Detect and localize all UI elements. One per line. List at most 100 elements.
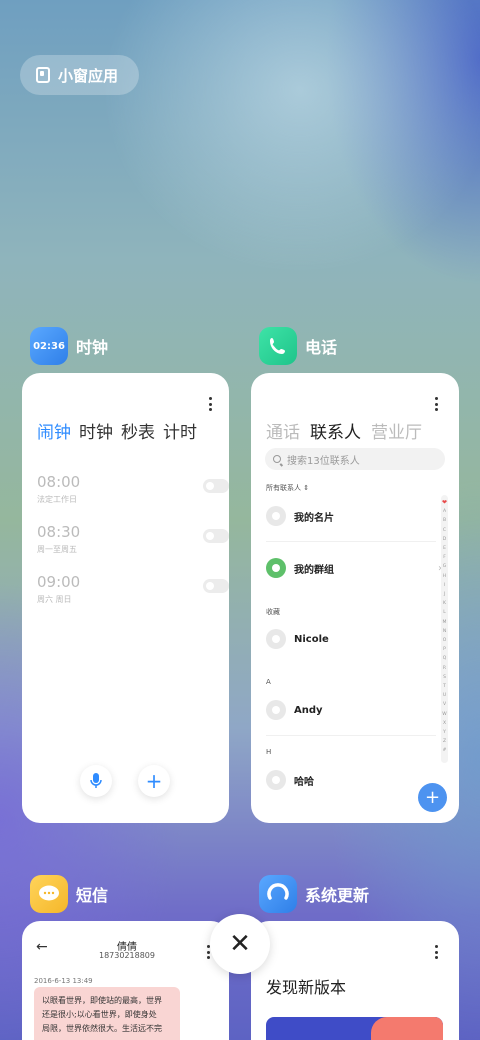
index-letter[interactable]: W bbox=[442, 710, 446, 719]
alarm-item[interactable]: 08:00 法定工作日 bbox=[37, 473, 229, 505]
sms-app-icon bbox=[30, 875, 68, 913]
tab-stopwatch[interactable]: 秒表 bbox=[121, 418, 155, 443]
sms-app-header[interactable]: 短信 bbox=[30, 875, 108, 913]
clock-app-icon: 02:36 bbox=[30, 327, 68, 365]
floating-apps-button[interactable]: 小窗应用 bbox=[20, 55, 139, 95]
tab-calls[interactable]: 通话 bbox=[266, 418, 300, 443]
tab-clock[interactable]: 时钟 bbox=[79, 418, 113, 443]
contact-filter[interactable]: 所有联系人 ⇕ bbox=[266, 483, 309, 493]
alarm-toggle[interactable] bbox=[203, 479, 229, 493]
clock-card[interactable]: 闹钟 时钟 秒表 计时 08:00 法定工作日 08:30 周一至周五 09:0… bbox=[22, 373, 229, 823]
tab-alarm[interactable]: 闹钟 bbox=[37, 418, 71, 443]
clock-app-header[interactable]: 02:36 时钟 bbox=[30, 327, 108, 365]
phone-card[interactable]: 通话 联系人 营业厅 搜索13位联系人 所有联系人 ⇕ 我的名片 我的群组 › 收… bbox=[251, 373, 459, 823]
close-all-button[interactable]: ✕ bbox=[210, 914, 270, 974]
alarm-item[interactable]: 08:30 周一至周五 bbox=[37, 523, 229, 555]
divider bbox=[266, 735, 436, 736]
alarm-item[interactable]: 09:00 周六 周日 bbox=[37, 573, 229, 605]
index-letter[interactable]: O bbox=[443, 636, 447, 645]
message-bubble-icon bbox=[39, 885, 59, 901]
alarm-repeat: 周一至周五 bbox=[37, 545, 77, 554]
index-letter[interactable]: D bbox=[443, 535, 446, 544]
index-letter[interactable]: F bbox=[443, 553, 446, 562]
alarm-repeat: 法定工作日 bbox=[37, 495, 77, 504]
index-letter[interactable]: Y bbox=[443, 728, 446, 737]
index-letter[interactable]: E bbox=[443, 544, 446, 553]
phone-app-icon bbox=[259, 327, 297, 365]
contact-row[interactable]: Andy bbox=[266, 699, 436, 721]
avatar bbox=[266, 506, 286, 526]
index-letter[interactable]: H bbox=[443, 572, 446, 581]
index-letter[interactable]: P bbox=[443, 645, 446, 654]
more-options-icon[interactable] bbox=[208, 397, 212, 411]
index-letter[interactable]: J bbox=[444, 590, 445, 599]
index-letter[interactable]: L bbox=[443, 608, 446, 617]
index-letter[interactable]: T bbox=[443, 682, 446, 691]
index-letter[interactable]: V bbox=[443, 700, 446, 709]
tab-contacts[interactable]: 联系人 bbox=[310, 418, 361, 443]
sms-card[interactable]: ← 倩倩 18730218809 2016-6-13 13:49 以眼看世界，即… bbox=[22, 921, 229, 1040]
alphabet-index[interactable]: ❤ A B C D E F G H I J K L M N O P Q R S T U V W X Y Z # bbox=[441, 495, 448, 763]
index-letter[interactable]: C bbox=[443, 526, 446, 535]
more-options-icon[interactable] bbox=[434, 397, 438, 411]
update-heading: 发现新版本 bbox=[266, 978, 347, 997]
section-header: 收藏 bbox=[266, 608, 280, 616]
back-arrow-icon[interactable]: ← bbox=[36, 939, 48, 955]
alarm-toggle[interactable] bbox=[203, 579, 229, 593]
contact-name: 我的名片 bbox=[294, 512, 334, 524]
index-letter[interactable]: B bbox=[443, 516, 446, 525]
phone-app-header[interactable]: 电话 bbox=[259, 327, 337, 365]
message-line: 还是很小;以心看世界，即使身处 bbox=[42, 1010, 157, 1019]
alarm-time: 08:00 bbox=[37, 473, 81, 491]
index-letter[interactable]: U bbox=[443, 691, 446, 700]
index-letter[interactable]: R bbox=[443, 664, 446, 673]
update-card[interactable]: 发现新版本 bbox=[251, 921, 459, 1040]
index-letter[interactable]: N bbox=[443, 627, 446, 636]
search-placeholder: 搜索13位联系人 bbox=[287, 455, 360, 467]
contact-name: 我的群组 bbox=[294, 564, 334, 576]
update-app-name: 系统更新 bbox=[305, 886, 370, 905]
contact-name: Andy bbox=[294, 704, 323, 716]
tab-service-hall[interactable]: 营业厅 bbox=[371, 418, 422, 443]
index-letter[interactable]: K bbox=[443, 599, 446, 608]
index-letter[interactable]: # bbox=[443, 746, 447, 755]
contact-row[interactable]: 哈哈 bbox=[266, 769, 436, 791]
index-letter[interactable]: M bbox=[443, 618, 447, 627]
index-letter[interactable]: G bbox=[443, 562, 447, 571]
section-header: H bbox=[266, 748, 272, 756]
microphone-icon bbox=[90, 773, 102, 788]
clock-icon-time: 02:36 bbox=[33, 340, 65, 352]
my-card-row[interactable]: 我的名片 bbox=[266, 505, 436, 527]
avatar bbox=[266, 629, 286, 649]
avatar bbox=[266, 700, 286, 720]
contact-row[interactable]: Nicole bbox=[266, 628, 436, 650]
close-icon: ✕ bbox=[229, 929, 251, 959]
index-letter[interactable]: S bbox=[443, 673, 446, 682]
index-letter[interactable]: I bbox=[444, 581, 445, 590]
phone-icon bbox=[270, 338, 285, 354]
search-icon bbox=[273, 455, 281, 463]
more-options-icon[interactable] bbox=[434, 945, 438, 959]
contact-number: 18730218809 bbox=[99, 951, 155, 960]
voice-button[interactable] bbox=[80, 765, 112, 797]
phone-app-name: 电话 bbox=[305, 338, 338, 357]
add-contact-button[interactable]: + bbox=[418, 783, 447, 812]
sms-app-name: 短信 bbox=[76, 886, 109, 905]
contact-search-input[interactable]: 搜索13位联系人 bbox=[265, 448, 445, 470]
floating-apps-label: 小窗应用 bbox=[58, 66, 119, 85]
update-app-header[interactable]: 系统更新 bbox=[259, 875, 369, 913]
my-groups-row[interactable]: 我的群组 › bbox=[266, 557, 442, 579]
index-letter[interactable]: X bbox=[443, 719, 446, 728]
message-bubble[interactable]: 以眼看世界，即使站的最高，世界 还是很小;以心看世界，即使身处 局限，世界依然很… bbox=[34, 987, 180, 1040]
index-letter[interactable]: Q bbox=[443, 654, 447, 663]
group-icon bbox=[266, 558, 286, 578]
tab-timer[interactable]: 计时 bbox=[163, 418, 197, 443]
index-letter[interactable]: A bbox=[443, 507, 446, 516]
clock-app-name: 时钟 bbox=[76, 338, 109, 357]
alarm-toggle[interactable] bbox=[203, 529, 229, 543]
index-letter[interactable]: Z bbox=[443, 737, 446, 746]
system-update-icon bbox=[259, 875, 297, 913]
add-alarm-button[interactable]: + bbox=[138, 765, 170, 797]
avatar bbox=[266, 770, 286, 790]
plus-icon: + bbox=[424, 787, 441, 808]
